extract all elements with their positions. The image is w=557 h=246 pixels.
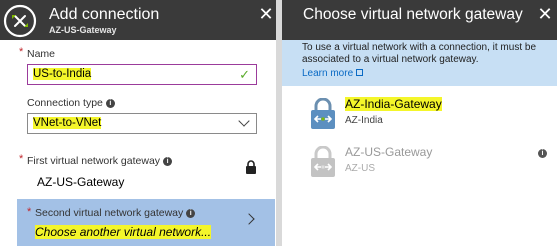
connection-type-select[interactable]: VNet-to-VNet (27, 113, 257, 134)
blade-title: Choose virtual network gateway (303, 6, 523, 23)
blade-subtitle: AZ-US-Gateway (49, 25, 117, 35)
blade-header: Choose virtual network gateway ✕ (282, 0, 557, 40)
connection-type-label: Connection type i (27, 97, 115, 109)
name-input[interactable]: US-to-India ✓ (27, 64, 257, 85)
second-gateway-value: Choose another virtual network... (35, 225, 212, 239)
info-text: To use a virtual network with a connecti… (302, 42, 537, 65)
blade-title: Add connection (49, 6, 160, 23)
learn-more-link[interactable]: Learn more (302, 68, 364, 79)
name-value: US-to-India (33, 68, 92, 80)
second-gateway-label: Second virtual network gateway i (35, 207, 196, 219)
first-gateway-label: First virtual network gateway i (27, 155, 173, 167)
gateway-name: AZ-US-Gateway (345, 145, 433, 159)
choose-gateway-blade: Choose virtual network gateway ✕ To use … (282, 0, 557, 246)
required-marker: * (19, 46, 24, 58)
close-icon[interactable]: ✕ (536, 5, 554, 23)
chevron-down-icon (238, 115, 250, 127)
info-icon[interactable]: i (538, 149, 547, 158)
close-icon[interactable]: ✕ (257, 5, 275, 23)
chevron-right-icon (243, 213, 255, 225)
connection-type-value: VNet-to-VNet (33, 117, 102, 129)
gateway-location: AZ-India (345, 115, 383, 126)
required-marker: * (27, 206, 32, 218)
first-gateway-value: AZ-US-Gateway (37, 175, 125, 189)
gateway-item-az-us: AZ-US-Gateway AZ-US i (302, 143, 547, 183)
info-banner: To use a virtual network with a connecti… (282, 40, 557, 86)
name-label: Name (27, 48, 56, 60)
info-icon: i (186, 209, 196, 218)
required-marker: * (19, 153, 24, 165)
lock-icon (246, 160, 256, 174)
add-connection-blade: Add connection AZ-US-Gateway ✕ * Name US… (0, 0, 276, 246)
gateway-name: AZ-India-Gateway (345, 97, 442, 111)
info-icon: i (105, 99, 115, 108)
info-icon: i (163, 157, 173, 166)
blade-header: Add connection AZ-US-Gateway ✕ (0, 0, 276, 40)
gateway-location: AZ-US (345, 163, 375, 174)
checkmark-icon: ✓ (239, 67, 250, 82)
gateway-item-az-india[interactable]: AZ-India-Gateway AZ-India (302, 95, 547, 135)
gateway-lock-icon (311, 98, 335, 129)
gateway-lock-icon (311, 146, 335, 177)
second-gateway-selector[interactable]: * Second virtual network gateway i Choose… (17, 199, 275, 246)
external-link-icon (356, 69, 364, 76)
connection-icon (3, 4, 37, 38)
